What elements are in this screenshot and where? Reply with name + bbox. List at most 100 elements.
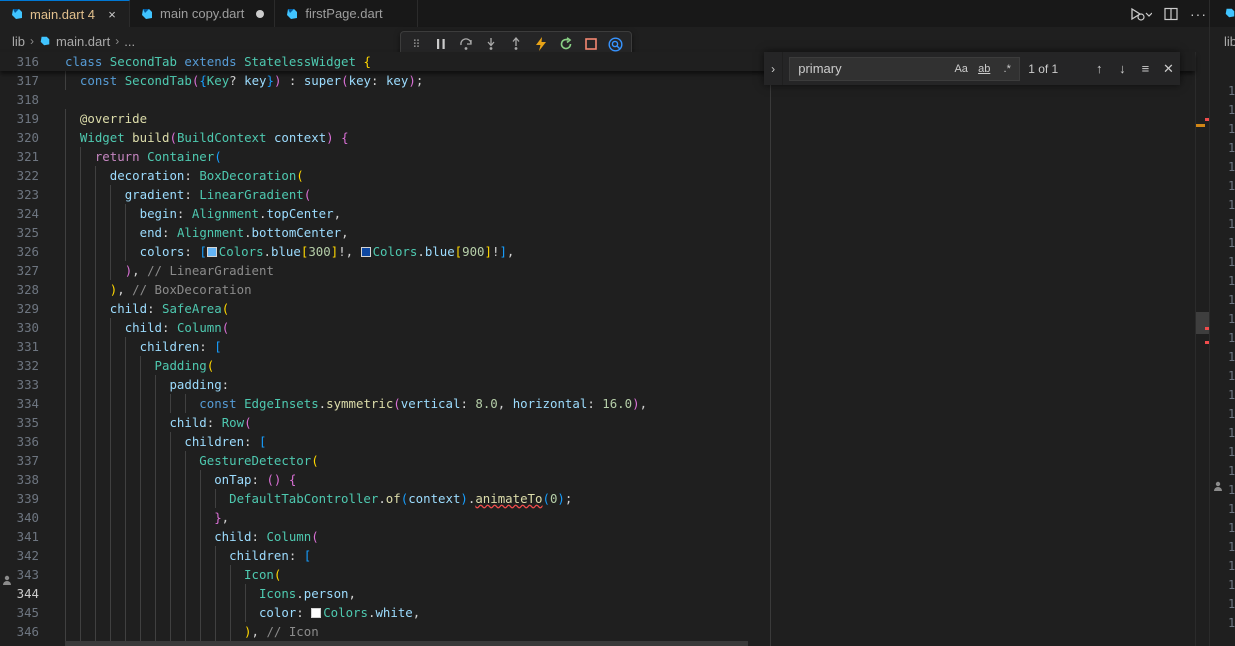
line-number: 331	[16, 339, 39, 354]
line-number: 1	[1228, 350, 1235, 364]
line-number: 337	[16, 453, 39, 468]
line-number: 1	[1228, 236, 1235, 250]
line-number: 1	[1228, 445, 1235, 459]
breadcrumb-folder[interactable]: lib	[12, 34, 25, 49]
code-line[interactable]: ), // BoxDecoration	[65, 280, 252, 299]
dart-file-icon	[1225, 8, 1235, 18]
line-number: 330	[16, 320, 39, 335]
dart-file-icon	[287, 8, 298, 19]
vertical-scrollbar[interactable]	[1195, 52, 1210, 646]
use-regex-toggle[interactable]: .*	[997, 60, 1017, 78]
line-number: 1	[1228, 502, 1235, 516]
code-line[interactable]: Padding(	[65, 356, 215, 375]
code-line[interactable]: child: SafeArea(	[65, 299, 229, 318]
line-number: 1	[1228, 141, 1235, 155]
code-editor[interactable]: 317 318 319 320 321 322 323 324 325 326 327 328 329 3…	[0, 52, 1210, 646]
breadcrumb-folder[interactable]: lib	[1224, 34, 1235, 49]
person-icon	[3, 575, 11, 585]
chevron-right-icon: ›	[30, 34, 35, 48]
line-number: 1	[1228, 160, 1235, 174]
tab-label: firstPage.dart	[305, 6, 383, 21]
code-line[interactable]: colors: [Colors.blue[300]!, Colors.blue[…	[65, 242, 515, 261]
code-line[interactable]: child: Row(	[65, 413, 251, 432]
find-in-selection-icon[interactable]: ≡	[1134, 57, 1157, 81]
scrollbar-thumb[interactable]	[1196, 312, 1210, 334]
line-number: 328	[16, 282, 39, 297]
horizontal-scrollbar[interactable]	[65, 641, 748, 646]
code-line[interactable]: onTap: () {	[65, 470, 296, 489]
tab-main-copy-dart[interactable]: main copy.dart	[130, 0, 276, 27]
toggle-replace-chevron-icon[interactable]: ›	[764, 52, 784, 85]
more-actions-icon[interactable]: ···	[1190, 6, 1207, 22]
line-number: 344	[16, 586, 39, 601]
code-area[interactable]: const SecondTab({Key? key}) : super(key:…	[65, 52, 1195, 646]
code-line[interactable]: ), // Icon	[65, 622, 319, 641]
line-number: 1	[1228, 217, 1235, 231]
code-line[interactable]: @override	[65, 109, 147, 128]
code-line[interactable]: children: [	[65, 337, 222, 356]
code-line[interactable]: GestureDetector(	[65, 451, 318, 470]
code-line[interactable]: gradient: LinearGradient(	[65, 185, 312, 204]
person-icon	[1214, 481, 1222, 491]
color-swatch[interactable]	[311, 608, 322, 618]
close-icon[interactable]: ×	[105, 7, 119, 22]
line-number: 335	[16, 415, 39, 430]
find-input[interactable]: primary Aa ab .*	[789, 56, 1021, 81]
code-line[interactable]: children: [	[65, 432, 266, 451]
code-line[interactable]: begin: Alignment.topCenter,	[65, 204, 341, 223]
match-case-toggle[interactable]: Aa	[951, 60, 971, 78]
sticky-code-line: class SecondTab extends StatelessWidget …	[65, 54, 371, 69]
code-line[interactable]: DefaultTabController.of(context).animate…	[65, 489, 572, 508]
breadcrumb: lib › main.dart › ...	[0, 31, 135, 51]
code-line[interactable]: end: Alignment.bottomCenter,	[65, 223, 349, 242]
line-number: 338	[16, 472, 39, 487]
line-number: 1	[1228, 122, 1235, 136]
code-line[interactable]: Widget build(BuildContext context) {	[65, 128, 349, 147]
split-editor-icon[interactable]	[1164, 7, 1178, 21]
line-number: 1	[1228, 388, 1235, 402]
code-line[interactable]: decoration: BoxDecoration(	[65, 166, 304, 185]
line-number: 1	[1228, 293, 1235, 307]
find-widget: › primary Aa ab .* 1 of 1 ↑ ↓ ≡ ✕	[764, 52, 1180, 85]
breadcrumb-more[interactable]: ...	[124, 34, 135, 49]
line-number: 1	[1228, 369, 1235, 383]
line-number: 1	[1228, 426, 1235, 440]
chevron-right-icon: ›	[115, 34, 120, 48]
code-line[interactable]: color: Colors.white,	[65, 603, 420, 622]
code-line[interactable]: Icons.person,	[65, 584, 356, 603]
unsaved-dot-icon[interactable]	[256, 9, 265, 18]
line-number-gutter: 317 318 319 320 321 322 323 324 325 326 327 328 329 3…	[0, 52, 48, 646]
line-number: 1	[1228, 483, 1235, 497]
code-line[interactable]: padding:	[65, 375, 229, 394]
run-debug-icon[interactable]	[1130, 7, 1152, 21]
tab-firstpage-dart[interactable]: firstPage.dart	[275, 0, 418, 27]
close-icon[interactable]: ✕	[1157, 57, 1180, 81]
code-line[interactable]: child: Column(	[65, 318, 229, 337]
code-line[interactable]: Icon(	[65, 565, 281, 584]
code-line[interactable]: ), // LinearGradient	[65, 261, 274, 280]
line-number: 326	[16, 244, 39, 259]
code-line[interactable]: children: [	[65, 546, 311, 565]
line-number: 1	[1228, 521, 1235, 535]
line-number: 322	[16, 168, 39, 183]
line-number: 1	[1228, 103, 1235, 117]
line-number: 316	[16, 54, 39, 69]
breadcrumb-file[interactable]: main.dart	[56, 34, 110, 49]
next-match-arrow-down-icon[interactable]: ↓	[1111, 57, 1134, 81]
dart-file-icon	[40, 36, 50, 46]
second-editor-pane[interactable]: lib 1 1 1 1 1 1 1 1 1 1 1 1 1 1 1 1 1 1 1 1 1 1 1 1 1 1 1 1 1	[1210, 0, 1235, 646]
dart-file-icon	[12, 9, 22, 19]
previous-match-arrow-up-icon[interactable]: ↑	[1088, 57, 1111, 81]
editor-actions: ···	[1130, 0, 1207, 27]
code-line[interactable]: },	[65, 508, 229, 527]
dart-file-icon	[142, 8, 153, 19]
code-line[interactable]: const SecondTab({Key? key}) : super(key:…	[65, 71, 423, 90]
color-swatch[interactable]	[360, 247, 371, 257]
code-line[interactable]: const EdgeInsets.symmetric(vertical: 8.0…	[65, 394, 647, 413]
tab-main-dart[interactable]: main.dart 4 ×	[0, 0, 131, 27]
code-line[interactable]: child: Column(	[65, 527, 318, 546]
color-swatch[interactable]	[206, 247, 217, 257]
editor-tab-bar: main.dart 4 × main copy.dart firstPage.d…	[0, 0, 1210, 27]
match-whole-word-toggle[interactable]: ab	[974, 60, 994, 78]
code-line[interactable]: return Container(	[65, 147, 222, 166]
